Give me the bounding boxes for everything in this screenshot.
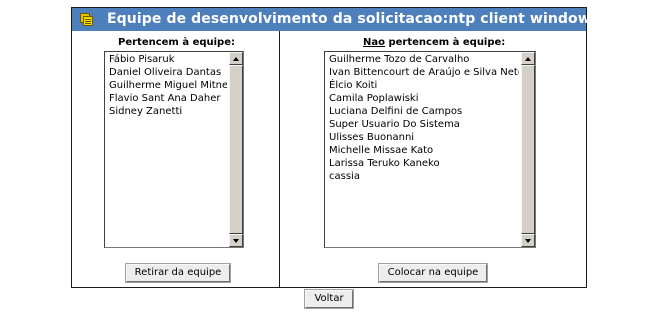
list-item[interactable]: Daniel Oliveira Dantas xyxy=(108,66,227,79)
non-members-list: Guilherme Tozo de Carvalho Ivan Bittencou… xyxy=(328,53,519,183)
list-item[interactable]: Guilherme Miguel Mitne xyxy=(108,79,227,92)
list-item[interactable]: Ulisses Buonanni xyxy=(328,131,519,144)
scroll-up-arrow-icon[interactable] xyxy=(229,52,243,65)
scroll-thumb[interactable] xyxy=(521,65,535,234)
non-members-scrollbar[interactable] xyxy=(521,52,535,247)
scroll-down-arrow-icon[interactable] xyxy=(521,234,535,247)
scroll-down-arrow-icon[interactable] xyxy=(229,234,243,247)
list-item[interactable]: Luciana Delfini de Campos xyxy=(328,105,519,118)
members-heading: Pertencem à equipe: xyxy=(118,37,235,48)
non-members-heading-rest: pertencem à equipe: xyxy=(385,37,506,48)
list-item[interactable]: Super Usuario Do Sistema xyxy=(328,118,519,131)
members-listbox[interactable]: Fábio Pisaruk Daniel Oliveira Dantas Guilh… xyxy=(104,51,244,248)
title-bar: Equipe de desenvolvimento da solicitacao… xyxy=(72,8,599,31)
folder-stack-icon xyxy=(80,13,93,26)
team-panel: Equipe de desenvolvimento da solicitacao… xyxy=(71,7,599,288)
list-item[interactable]: Camila Poplawiski xyxy=(328,92,519,105)
list-item[interactable]: Michelle Missae Kato xyxy=(328,144,519,157)
non-members-heading-negation: Nao xyxy=(363,37,385,48)
list-item[interactable]: Larissa Teruko Kaneko xyxy=(328,157,519,170)
list-item[interactable]: Élcio Koiti xyxy=(328,79,519,92)
list-item[interactable]: Fábio Pisaruk xyxy=(108,53,227,66)
members-list: Fábio Pisaruk Daniel Oliveira Dantas Guilh… xyxy=(108,53,227,118)
list-item[interactable]: Flavio Sant Ana Daher xyxy=(108,92,227,105)
back-button[interactable]: Voltar xyxy=(304,289,354,309)
list-item[interactable]: Ivan Bittencourt de Araújo e Silva Neto xyxy=(328,66,519,79)
add-to-team-button[interactable]: Colocar na equipe xyxy=(378,263,488,283)
non-members-heading: Nao pertencem à equipe: xyxy=(363,37,505,48)
list-item[interactable]: Guilherme Tozo de Carvalho xyxy=(328,53,519,66)
list-item[interactable]: Sidney Zanetti xyxy=(108,105,227,118)
remove-from-team-button[interactable]: Retirar da equipe xyxy=(125,263,231,283)
list-item[interactable]: cassia xyxy=(328,170,519,183)
scroll-up-arrow-icon[interactable] xyxy=(521,52,535,65)
page-title: Equipe de desenvolvimento da solicitacao… xyxy=(107,11,600,27)
members-scrollbar[interactable] xyxy=(229,52,243,247)
scroll-thumb[interactable] xyxy=(229,65,243,234)
non-members-listbox[interactable]: Guilherme Tozo de Carvalho Ivan Bittencou… xyxy=(324,51,536,248)
column-divider xyxy=(279,31,280,287)
